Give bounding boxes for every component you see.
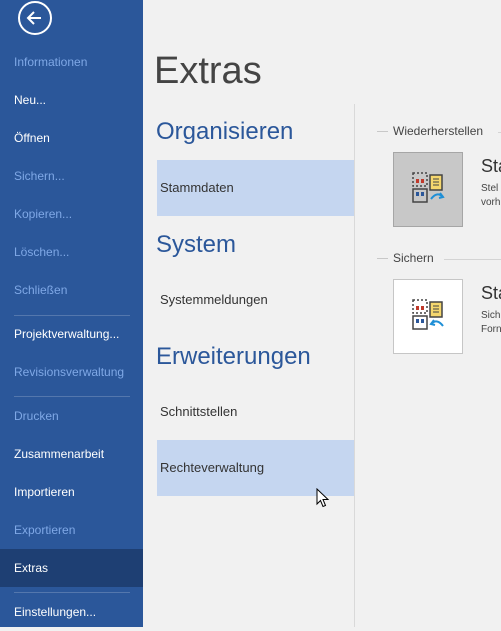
back-arrow-icon: [26, 11, 41, 25]
nav-revisionsverwaltung[interactable]: Revisionsverwaltung: [0, 353, 143, 391]
nav-extras[interactable]: Extras: [0, 549, 143, 587]
nav-kopieren[interactable]: Kopieren...: [0, 195, 143, 233]
restore-database-icon: [412, 172, 445, 203]
category-stammdaten[interactable]: Stammdaten: [157, 160, 354, 216]
restore-database-button[interactable]: [393, 152, 463, 227]
nav-drucken[interactable]: Drucken: [0, 397, 143, 435]
backup-action-desc-line2: Forn: [481, 324, 501, 335]
nav-oeffnen[interactable]: Öffnen: [0, 119, 143, 157]
nav-sichern[interactable]: Sichern...: [0, 157, 143, 195]
group-label-text: Sichern: [393, 251, 434, 265]
nav-loeschen[interactable]: Löschen...: [0, 233, 143, 271]
nav-exportieren[interactable]: Exportieren: [0, 511, 143, 549]
section-heading-system: System: [156, 231, 237, 258]
mouse-pointer-icon: [316, 488, 330, 508]
group-label-sichern: Sichern: [377, 251, 434, 267]
nav-schliessen[interactable]: Schließen: [0, 271, 143, 309]
restore-action-title: Sta: [481, 156, 501, 176]
backup-database-button[interactable]: [393, 279, 463, 354]
nav-projektverwaltung[interactable]: Projektverwaltung...: [0, 315, 143, 353]
nav-informationen[interactable]: Informationen: [0, 43, 143, 81]
back-button[interactable]: [18, 1, 52, 35]
group-label-wiederherstellen: Wiederherstellen: [377, 124, 483, 140]
backup-database-icon: [412, 299, 444, 330]
backup-action-title: Sta: [481, 283, 501, 303]
group-dash: [377, 131, 388, 133]
category-systemmeldungen[interactable]: Systemmeldungen: [157, 272, 354, 328]
restore-action-desc-line2: vorh: [481, 197, 501, 208]
backstage-sidebar: Informationen Neu... Öffnen Sichern... K…: [0, 0, 143, 627]
group-rule: [444, 259, 501, 260]
backup-action-desc-line1: Sich: [481, 310, 501, 321]
category-schnittstellen[interactable]: Schnittstellen: [157, 384, 354, 440]
restore-action-desc-line1: Stel: [481, 183, 499, 194]
section-heading-organisieren: Organisieren: [156, 118, 294, 145]
nav-neu[interactable]: Neu...: [0, 81, 143, 119]
page-title: Extras: [154, 50, 262, 92]
group-dash: [377, 258, 388, 260]
nav-importieren[interactable]: Importieren: [0, 473, 143, 511]
group-label-text: Wiederherstellen: [393, 124, 484, 138]
nav-einstellungen[interactable]: Einstellungen...: [0, 593, 143, 631]
section-heading-erweiterungen: Erweiterungen: [156, 343, 311, 370]
pane-divider: [354, 104, 355, 627]
nav-zusammenarbeit[interactable]: Zusammenarbeit: [0, 435, 143, 473]
